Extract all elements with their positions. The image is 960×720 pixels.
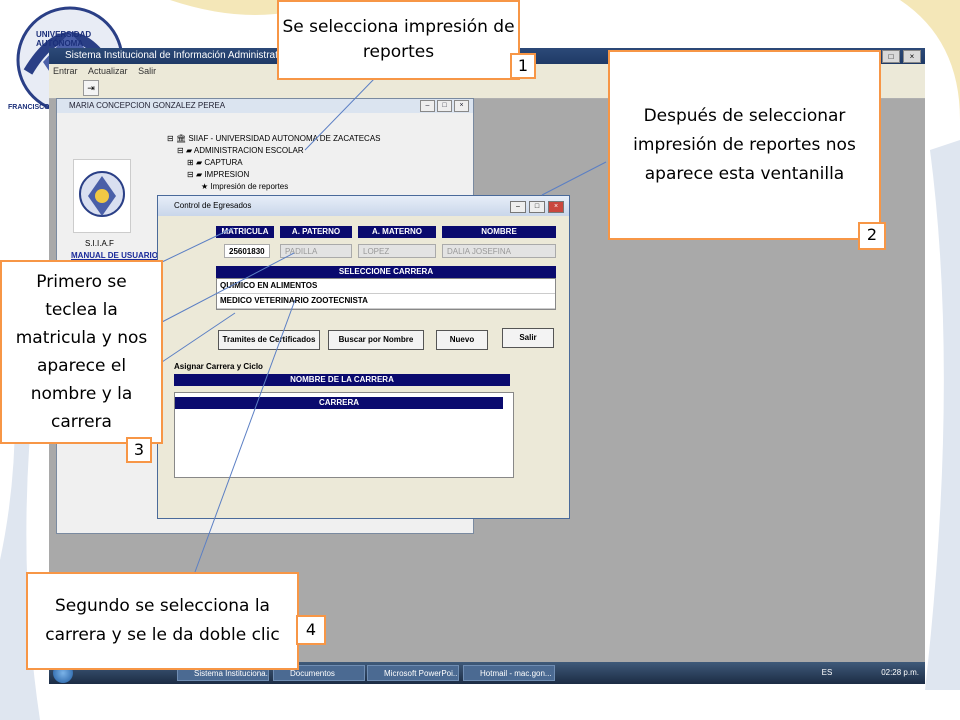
callout-3: Primero se teclea la matricula y nos apa… [0, 260, 163, 444]
callout-4-text: Segundo se selecciona la carrera y se le… [45, 596, 280, 645]
callout-1-number: 1 [510, 53, 536, 79]
callout-4: Segundo se selecciona la carrera y se le… [26, 572, 299, 670]
callout-1-text: Se selecciona impresión de reportes [282, 17, 515, 62]
callout-4-number: 4 [296, 615, 326, 645]
callout-2-text: Después de seleccionar impresión de repo… [633, 105, 856, 184]
callout-2-number: 2 [858, 222, 886, 250]
callout-3-number: 3 [126, 437, 152, 463]
callout-3-text: Primero se teclea la matricula y nos apa… [15, 272, 148, 432]
callout-2: Después de seleccionar impresión de repo… [608, 50, 881, 240]
callout-1: Se selecciona impresión de reportes [277, 0, 520, 80]
